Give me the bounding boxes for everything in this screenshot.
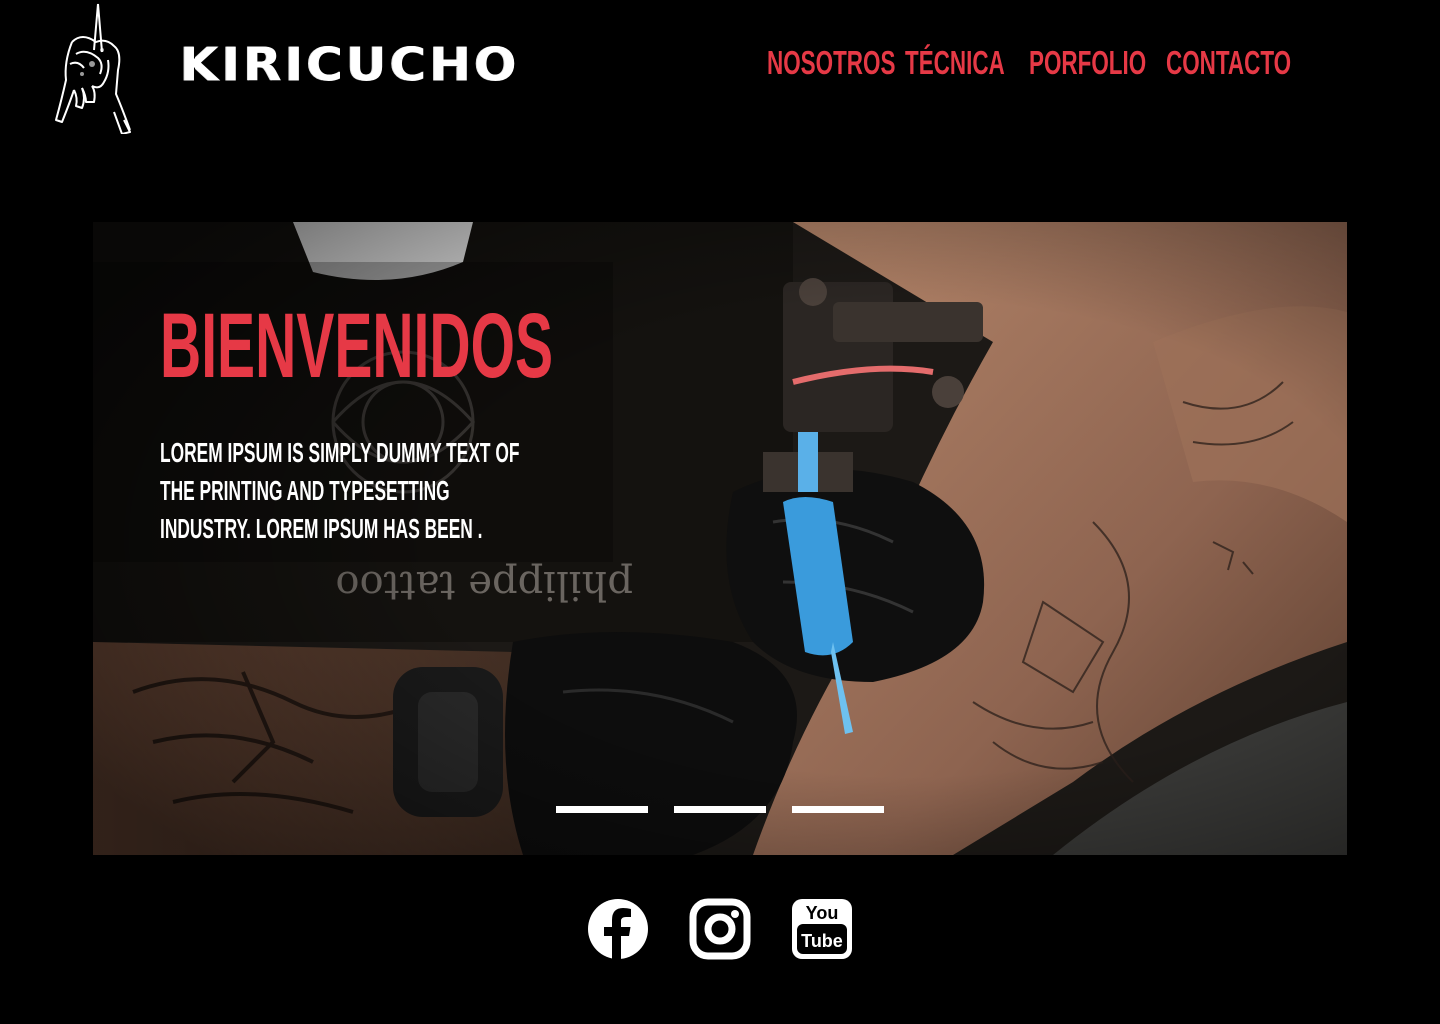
brand-wordmark[interactable]: KIRICUCHO: [180, 38, 520, 93]
site-header: KIRICUCHO NOSOTROS TÉCNICA PORFOLIO CONT…: [0, 0, 1440, 150]
instagram-icon[interactable]: [689, 898, 751, 960]
facebook-icon[interactable]: [587, 898, 649, 960]
carousel-dot-3[interactable]: [792, 806, 884, 813]
hero-description: LOREM IPSUM IS SIMPLY DUMMY TEXT OF THE …: [160, 437, 520, 544]
carousel-dot-1[interactable]: [556, 806, 648, 813]
carousel-dot-2[interactable]: [674, 806, 766, 813]
hero-title: BIENVENIDOS: [160, 295, 554, 397]
youtube-you-label: You: [806, 903, 839, 923]
youtube-icon[interactable]: You Tube: [791, 898, 853, 960]
rock-hand-logo-icon[interactable]: [52, 2, 134, 134]
hero-carousel: philippe tattoo: [93, 222, 1347, 855]
nav-link-contacto[interactable]: CONTACTO: [1166, 44, 1291, 82]
youtube-tube-label: Tube: [801, 931, 843, 951]
nav-link-tecnica[interactable]: TÉCNICA: [905, 44, 1005, 82]
nav-link-porfolio[interactable]: PORFOLIO: [1029, 44, 1146, 82]
nav-link-nosotros[interactable]: NOSOTROS: [767, 44, 895, 82]
